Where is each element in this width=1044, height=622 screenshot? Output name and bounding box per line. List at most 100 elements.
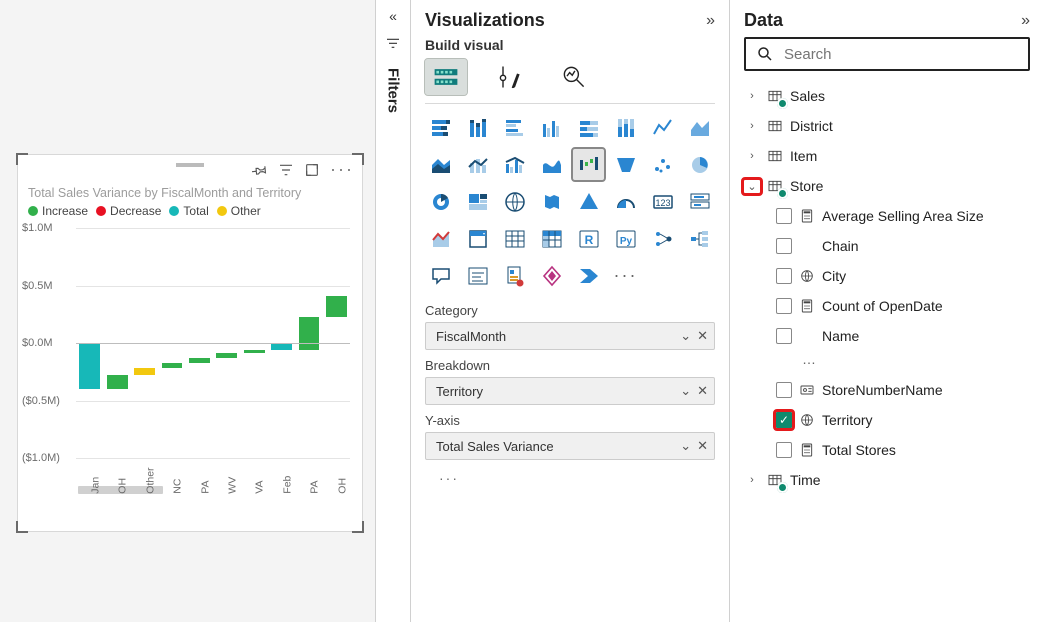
- yaxis-well[interactable]: Total Sales Variance ⌄ ✕: [425, 432, 715, 460]
- table-node-store[interactable]: ⌄Store: [744, 171, 1034, 201]
- category-well[interactable]: FiscalMonth ⌄ ✕: [425, 322, 715, 350]
- collapse-visualizations-icon[interactable]: »: [706, 12, 715, 30]
- pie-chart-icon[interactable]: [684, 149, 715, 180]
- chevron-right-icon[interactable]: ›: [744, 150, 760, 162]
- chevron-down-icon[interactable]: ⌄: [744, 180, 760, 193]
- more-wells-icon[interactable]: ···: [425, 468, 715, 488]
- power-apps-icon[interactable]: [536, 260, 567, 291]
- field-checkbox[interactable]: [776, 208, 792, 224]
- field-checkbox[interactable]: [776, 238, 792, 254]
- filters-pane-collapsed[interactable]: « Filters: [375, 0, 411, 622]
- pin-icon[interactable]: [252, 162, 268, 178]
- power-automate-icon[interactable]: [573, 260, 604, 291]
- calculator-icon: [798, 297, 816, 315]
- table-node-item[interactable]: ›Item: [744, 141, 1034, 171]
- remove-field-icon[interactable]: ✕: [697, 383, 708, 399]
- search-input[interactable]: [782, 45, 1018, 64]
- funnel-chart-icon[interactable]: [610, 149, 641, 180]
- table-node-district[interactable]: ›District: [744, 111, 1034, 141]
- ribbon-chart-icon[interactable]: [536, 149, 567, 180]
- stacked-column-chart-icon[interactable]: [462, 112, 493, 143]
- table-icon: [766, 87, 784, 105]
- collapse-data-icon[interactable]: »: [1021, 12, 1030, 30]
- table-node-time[interactable]: ›Time: [744, 465, 1034, 495]
- line-stacked-column-icon[interactable]: [462, 149, 493, 180]
- remove-field-icon[interactable]: ✕: [697, 328, 708, 344]
- data-title: Data: [744, 10, 783, 31]
- key-influencers-icon[interactable]: [647, 223, 678, 254]
- chevron-right-icon[interactable]: ›: [744, 90, 760, 102]
- card-icon[interactable]: 123: [647, 186, 678, 217]
- table-icon: [766, 177, 784, 195]
- yaxis-well-label: Y-axis: [425, 413, 715, 428]
- chart-visual[interactable]: ··· Total Sales Variance by FiscalMonth …: [18, 155, 362, 531]
- table-icon[interactable]: [499, 223, 530, 254]
- line-chart-icon[interactable]: [647, 112, 678, 143]
- visualizations-title: Visualizations: [425, 10, 545, 31]
- slicer-icon[interactable]: [462, 223, 493, 254]
- python-visual-icon[interactable]: Py: [610, 223, 641, 254]
- resize-handle-br[interactable]: [352, 521, 364, 533]
- field-node[interactable]: Chain: [744, 231, 1034, 261]
- more-visuals-icon[interactable]: ···: [610, 260, 641, 291]
- gauge-icon[interactable]: [610, 186, 641, 217]
- remove-field-icon[interactable]: ✕: [697, 438, 708, 454]
- field-node[interactable]: Average Selling Area Size: [744, 201, 1034, 231]
- chevron-down-icon[interactable]: ⌄: [680, 438, 691, 454]
- chevron-right-icon[interactable]: ›: [744, 120, 760, 132]
- breakdown-well[interactable]: Territory ⌄ ✕: [425, 377, 715, 405]
- y-tick: ($1.0M): [22, 452, 72, 464]
- more-options-icon[interactable]: ···: [330, 159, 354, 180]
- field-node[interactable]: Total Stores: [744, 435, 1034, 465]
- r-visual-icon[interactable]: R: [573, 223, 604, 254]
- field-checkbox[interactable]: [776, 382, 792, 398]
- smart-narrative-icon[interactable]: [462, 260, 493, 291]
- field-node[interactable]: Territory: [744, 405, 1034, 435]
- treemap-icon[interactable]: [462, 186, 493, 217]
- clustered-column-chart-icon[interactable]: [536, 112, 567, 143]
- format-visual-tab[interactable]: [489, 59, 531, 95]
- kpi-icon[interactable]: [425, 223, 456, 254]
- stacked-area-chart-icon[interactable]: [425, 149, 456, 180]
- paginated-report-icon[interactable]: [499, 260, 530, 291]
- filter-icon[interactable]: [278, 162, 294, 178]
- map-icon[interactable]: [499, 186, 530, 217]
- decomposition-tree-icon[interactable]: [684, 223, 715, 254]
- filled-map-icon[interactable]: [536, 186, 567, 217]
- resize-handle-bl[interactable]: [16, 521, 28, 533]
- scatter-chart-icon[interactable]: [647, 149, 678, 180]
- 100-stacked-bar-chart-icon[interactable]: [573, 112, 604, 143]
- stacked-bar-chart-icon[interactable]: [425, 112, 456, 143]
- field-checkbox[interactable]: [776, 442, 792, 458]
- field-node[interactable]: StoreNumberName: [744, 375, 1034, 405]
- drag-handle-icon[interactable]: [176, 163, 204, 167]
- line-clustered-column-icon[interactable]: [499, 149, 530, 180]
- azure-map-icon[interactable]: [573, 186, 604, 217]
- chevron-down-icon[interactable]: ⌄: [680, 328, 691, 344]
- field-node[interactable]: City: [744, 261, 1034, 291]
- field-node[interactable]: Name: [744, 321, 1034, 351]
- chevron-down-icon[interactable]: ⌄: [680, 383, 691, 399]
- 100-stacked-column-chart-icon[interactable]: [610, 112, 641, 143]
- field-checkbox[interactable]: [776, 298, 792, 314]
- multi-row-card-icon[interactable]: [684, 186, 715, 217]
- donut-chart-icon[interactable]: [425, 186, 456, 217]
- table-node-sales[interactable]: ›Sales: [744, 81, 1034, 111]
- matrix-icon[interactable]: [536, 223, 567, 254]
- data-search[interactable]: [744, 37, 1030, 71]
- focus-mode-icon[interactable]: [304, 162, 320, 178]
- build-visual-tab[interactable]: [425, 59, 467, 95]
- report-canvas[interactable]: ··· Total Sales Variance by FiscalMonth …: [0, 0, 375, 622]
- waterfall-chart-icon[interactable]: [573, 149, 604, 180]
- clustered-bar-chart-icon[interactable]: [499, 112, 530, 143]
- field-checkbox[interactable]: [776, 412, 792, 428]
- yaxis-well-value: Total Sales Variance: [436, 439, 554, 454]
- chevron-right-icon[interactable]: ›: [744, 474, 760, 486]
- analytics-tab[interactable]: [553, 59, 595, 95]
- field-checkbox[interactable]: [776, 268, 792, 284]
- field-node[interactable]: Count of OpenDate: [744, 291, 1034, 321]
- field-checkbox[interactable]: [776, 328, 792, 344]
- expand-filters-icon[interactable]: «: [389, 8, 397, 24]
- qa-visual-icon[interactable]: [425, 260, 456, 291]
- area-chart-icon[interactable]: [684, 112, 715, 143]
